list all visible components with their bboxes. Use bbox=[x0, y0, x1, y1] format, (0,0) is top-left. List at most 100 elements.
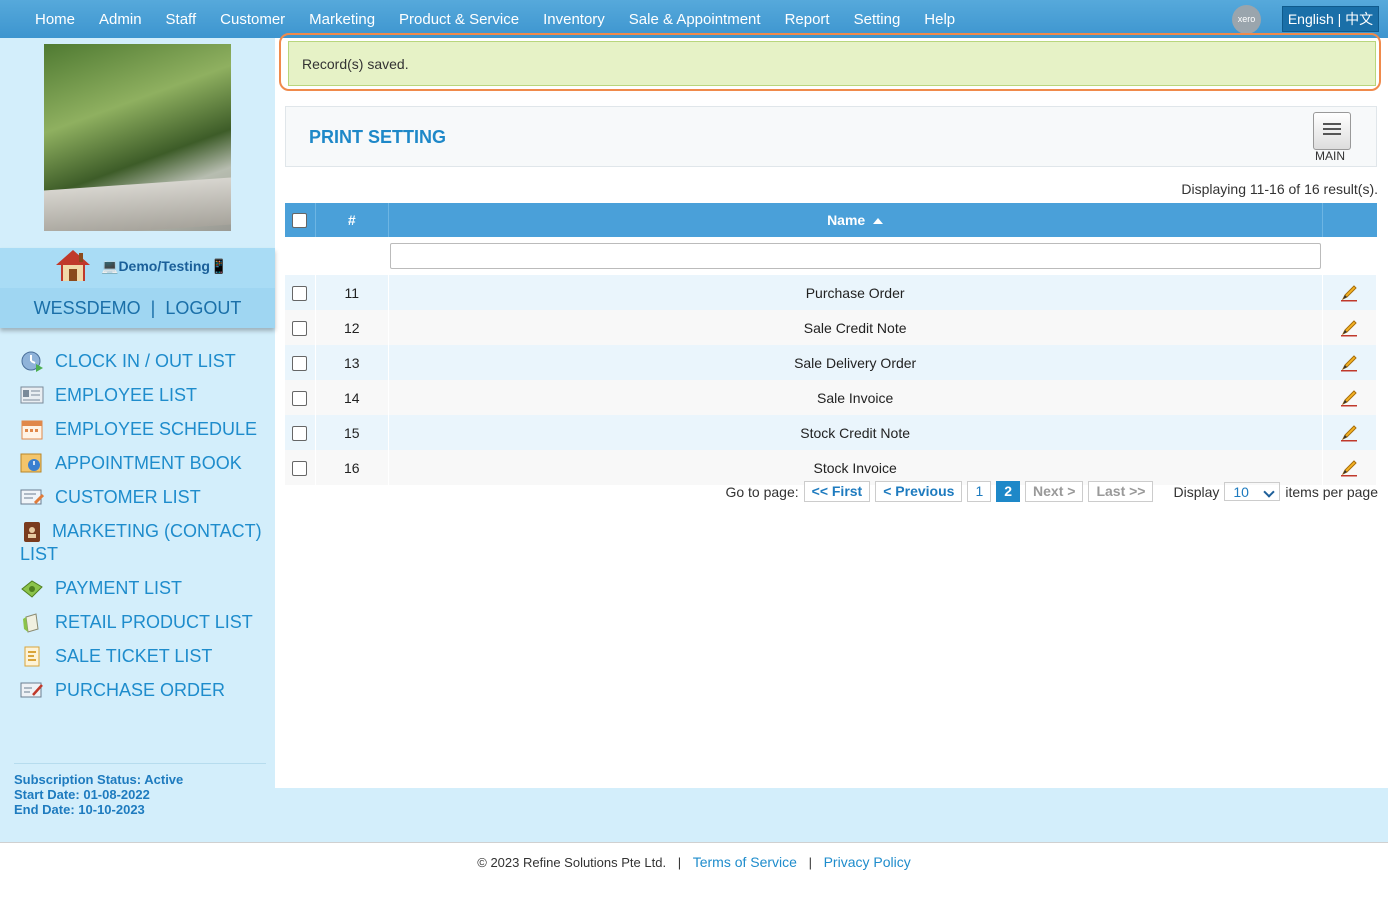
contact-book-icon bbox=[24, 522, 40, 543]
row-number: 14 bbox=[315, 380, 389, 415]
sidebar-item-purchase-order[interactable]: PURCHASE ORDER bbox=[20, 679, 270, 701]
payment-icon bbox=[21, 580, 43, 598]
select-all-header bbox=[285, 203, 316, 237]
main-button-label[interactable]: MAIN bbox=[1315, 149, 1345, 163]
row-number: 13 bbox=[315, 345, 389, 380]
edit-pencil-icon[interactable] bbox=[1339, 458, 1359, 478]
table-row: 13 Sale Delivery Order bbox=[285, 345, 1378, 380]
content-bottom-strip bbox=[275, 788, 1388, 842]
row-number: 11 bbox=[315, 275, 389, 310]
logout-link[interactable]: LOGOUT bbox=[165, 298, 241, 318]
edit-pencil-icon[interactable] bbox=[1339, 423, 1359, 443]
results-summary: Displaying 11-16 of 16 result(s). bbox=[1181, 181, 1378, 197]
nav-inventory[interactable]: Inventory bbox=[543, 11, 605, 28]
edit-pencil-icon[interactable] bbox=[1339, 318, 1359, 338]
last-page-button[interactable]: Last >> bbox=[1088, 481, 1154, 502]
subscription-start-date: Start Date: 01-08-2022 bbox=[14, 787, 150, 802]
row-checkbox[interactable] bbox=[292, 355, 308, 371]
table-header-row: # Name bbox=[285, 203, 1377, 237]
nav-sale-appointment[interactable]: Sale & Appointment bbox=[629, 11, 761, 28]
sidebar-item-customer-list[interactable]: CUSTOMER LIST bbox=[20, 486, 270, 508]
subscription-end-date: End Date: 10-10-2023 bbox=[14, 802, 145, 817]
first-page-button[interactable]: << First bbox=[803, 481, 871, 502]
auth-line: WESSDEMO | LOGOUT bbox=[0, 288, 275, 328]
nav-product-service[interactable]: Product & Service bbox=[399, 11, 519, 28]
sidebar-item-employee-schedule[interactable]: EMPLOYEE SCHEDULE bbox=[20, 418, 270, 440]
subscription-status: Subscription Status: Active bbox=[14, 772, 184, 787]
success-alert: Record(s) saved. bbox=[288, 41, 1376, 86]
phone-icon: 📱 bbox=[209, 258, 228, 274]
nav-admin[interactable]: Admin bbox=[99, 11, 142, 28]
pagination: Go to page: << First < Previous 1 2 Next… bbox=[725, 481, 1378, 502]
row-name: Sale Invoice bbox=[388, 380, 1323, 415]
column-header-number[interactable]: # bbox=[315, 203, 389, 237]
main-menu-button[interactable] bbox=[1313, 112, 1351, 150]
row-checkbox[interactable] bbox=[292, 425, 308, 441]
table-row: 15 Stock Credit Note bbox=[285, 415, 1378, 450]
sort-ascending-icon bbox=[873, 218, 884, 225]
purchase-order-icon bbox=[20, 682, 43, 698]
nav-home[interactable]: Home bbox=[35, 11, 75, 28]
sidebar-item-sale-ticket-list[interactable]: SALE TICKET LIST bbox=[20, 645, 270, 667]
profile-photo bbox=[44, 44, 231, 231]
list-icon bbox=[1323, 123, 1341, 138]
edit-pencil-icon[interactable] bbox=[1339, 353, 1359, 373]
product-box-icon bbox=[23, 613, 39, 633]
footer: © 2023 Refine Solutions Pte Ltd. | Terms… bbox=[0, 842, 1388, 903]
row-checkbox[interactable] bbox=[292, 390, 308, 406]
select-all-checkbox[interactable] bbox=[292, 213, 308, 229]
table-row: 11 Purchase Order bbox=[285, 275, 1378, 310]
home-icon[interactable] bbox=[54, 248, 92, 282]
xero-logo-icon[interactable]: xero bbox=[1232, 5, 1261, 34]
nav-report[interactable]: Report bbox=[785, 11, 830, 28]
username-link[interactable]: WESSDEMO bbox=[34, 298, 141, 318]
row-checkbox[interactable] bbox=[292, 320, 308, 336]
print-setting-table: # Name 11 Purchase Order 12 Sale Credit … bbox=[285, 203, 1378, 485]
row-name: Sale Delivery Order bbox=[388, 345, 1323, 380]
sidebar-item-payment-list[interactable]: PAYMENT LIST bbox=[20, 577, 270, 599]
row-name: Sale Credit Note bbox=[388, 310, 1323, 345]
auth-separator: | bbox=[150, 298, 156, 318]
table-row: 16 Stock Invoice bbox=[285, 450, 1378, 485]
row-name: Stock Invoice bbox=[388, 450, 1323, 485]
nav-staff[interactable]: Staff bbox=[166, 11, 197, 28]
page-1-button[interactable]: 1 bbox=[967, 481, 992, 502]
footer-separator: | bbox=[677, 855, 682, 870]
table-row: 12 Sale Credit Note bbox=[285, 310, 1378, 345]
page-header-panel: PRINT SETTING MAIN bbox=[285, 106, 1377, 167]
nav-customer[interactable]: Customer bbox=[220, 11, 285, 28]
nav-help[interactable]: Help bbox=[924, 11, 955, 28]
sidebar-item-employee-list[interactable]: EMPLOYEE LIST bbox=[20, 384, 270, 406]
nav-setting[interactable]: Setting bbox=[854, 11, 901, 28]
copyright: © 2023 Refine Solutions Pte Ltd. bbox=[477, 855, 667, 870]
row-number: 12 bbox=[315, 310, 389, 345]
footer-separator: | bbox=[808, 855, 812, 870]
column-header-name[interactable]: Name bbox=[388, 203, 1323, 237]
id-card-icon bbox=[20, 386, 44, 404]
edit-pencil-icon[interactable] bbox=[1339, 283, 1359, 303]
demo-testing-label: 💻Demo/Testing📱 bbox=[101, 258, 228, 274]
edit-pencil-icon[interactable] bbox=[1339, 388, 1359, 408]
items-per-page-select[interactable]: 10 bbox=[1224, 482, 1281, 501]
actions-header bbox=[1322, 203, 1377, 237]
next-page-button[interactable]: Next > bbox=[1025, 481, 1084, 502]
row-checkbox[interactable] bbox=[292, 285, 308, 301]
sidebar-item-marketing-contact-list[interactable]: MARKETING (CONTACT) LIST bbox=[20, 520, 270, 565]
previous-page-button[interactable]: < Previous bbox=[875, 481, 963, 502]
privacy-policy-link[interactable]: Privacy Policy bbox=[824, 854, 911, 870]
sidebar-item-retail-product-list[interactable]: RETAIL PRODUCT LIST bbox=[20, 611, 270, 633]
user-bar: 💻Demo/Testing📱 WESSDEMO | LOGOUT bbox=[0, 248, 275, 328]
laptop-icon: 💻 bbox=[101, 258, 119, 274]
nav-marketing[interactable]: Marketing bbox=[309, 11, 375, 28]
terms-of-service-link[interactable]: Terms of Service bbox=[693, 854, 797, 870]
name-filter-input[interactable] bbox=[389, 243, 1321, 269]
row-checkbox[interactable] bbox=[292, 460, 308, 476]
row-name: Stock Credit Note bbox=[388, 415, 1323, 450]
row-number: 15 bbox=[315, 415, 389, 450]
language-switcher[interactable]: English | 中文 bbox=[1282, 6, 1379, 32]
sidebar-item-appointment-book[interactable]: APPOINTMENT BOOK bbox=[20, 452, 270, 474]
sidebar-item-clock-in-out[interactable]: CLOCK IN / OUT LIST bbox=[20, 350, 270, 372]
row-name: Purchase Order bbox=[388, 275, 1323, 310]
sidebar: 💻Demo/Testing📱 WESSDEMO | LOGOUT CLOCK IN … bbox=[0, 38, 275, 842]
page-2-button[interactable]: 2 bbox=[996, 481, 1021, 502]
